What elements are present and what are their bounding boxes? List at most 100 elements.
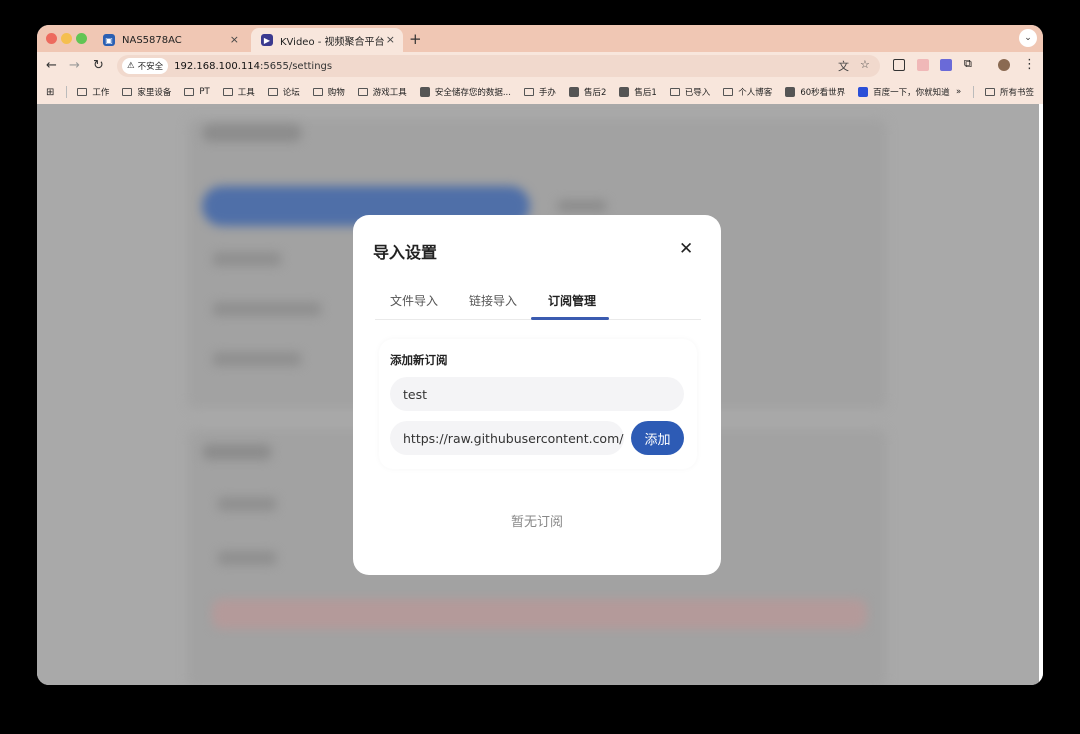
all-bookmarks[interactable]: 所有书签 — [985, 86, 1034, 98]
close-icon[interactable]: ✕ — [679, 239, 693, 259]
bookmark-label: 个人博客 — [738, 88, 773, 98]
bookmark-label: 售后2 — [583, 88, 607, 98]
security-chip[interactable]: ⚠ 不安全 — [122, 58, 169, 74]
modal-tabs: 文件导入 链接导入 订阅管理 — [375, 289, 701, 320]
bookmark-item[interactable]: 安全储存您的数据... — [419, 86, 511, 98]
browser-window: ▣ NAS5878AC × ▶ KVideo - 视频聚合平台 × + ⌄ ← … — [37, 25, 1043, 685]
bookmark-label: 售后1 — [634, 88, 657, 98]
tab-link-import[interactable]: 链接导入 — [469, 292, 517, 309]
bookmark-label: 60秒看世界 — [800, 88, 846, 98]
tab-search-button[interactable]: ⌄ — [1019, 29, 1037, 47]
divider — [66, 86, 68, 98]
folder-icon — [267, 88, 278, 96]
bookmark-item[interactable]: 游戏工具 — [357, 86, 407, 98]
tab-file-import[interactable]: 文件导入 — [390, 292, 438, 309]
bookmark-label: 工具 — [237, 88, 255, 98]
subscription-name-input[interactable]: test — [390, 377, 684, 411]
folder-icon — [669, 88, 680, 96]
bookmark-item[interactable]: 百度一下，你就知道 — [858, 86, 950, 98]
new-tab-button[interactable]: + — [409, 30, 422, 48]
settings-heading-placeholder — [202, 124, 302, 142]
active-tab-indicator — [531, 317, 609, 320]
apps-grid-icon[interactable]: ⊞ — [46, 87, 54, 98]
all-bookmarks-label: 所有书签 — [1000, 88, 1035, 98]
extension-screenshot-icon[interactable] — [893, 59, 905, 71]
translate-icon[interactable]: 文 — [838, 58, 849, 74]
extensions-puzzle-icon[interactable]: ⧉ — [964, 57, 976, 70]
maximize-window-icon[interactable] — [76, 33, 87, 44]
bookmark-item[interactable]: 60秒看世界 — [785, 86, 845, 98]
modal-title: 导入设置 — [373, 243, 438, 262]
reload-icon[interactable]: ↻ — [93, 58, 104, 73]
bookmark-star-icon[interactable]: ☆ — [860, 58, 870, 71]
add-subscription-heading: 添加新订阅 — [390, 353, 448, 367]
folder-icon — [312, 88, 323, 96]
bookmark-item[interactable]: 个人博客 — [723, 86, 772, 98]
bookmark-label: 论坛 — [282, 88, 300, 98]
bookmark-item[interactable]: 工具 — [222, 86, 255, 98]
back-icon[interactable]: ← — [46, 58, 57, 73]
tab-close-icon[interactable]: × — [230, 33, 239, 46]
tab-strip: ▣ NAS5878AC × ▶ KVideo - 视频聚合平台 × + ⌄ — [37, 25, 1043, 52]
settings-heading-placeholder — [202, 444, 272, 460]
bookmarks-bar: ⊞ 工作 家里设备 PT 工具 论坛 购物 游戏工具 安全储存您的数据... 手办 售后2 售后1 已… — [37, 80, 1043, 104]
nas-favicon-icon: ▣ — [103, 34, 115, 46]
bookmark-item[interactable]: 售后2 — [568, 86, 607, 98]
site-icon — [619, 87, 630, 97]
settings-option-placeholder — [557, 200, 607, 212]
bookmark-label: 工作 — [92, 88, 110, 98]
extension-pink-icon[interactable] — [917, 59, 929, 71]
browser-toolbar: ← → ↻ ⚠ 不安全 192.168.100.114:5655/setting… — [37, 52, 1043, 80]
tab-title: KVideo - 视频聚合平台 — [280, 36, 385, 48]
bookmark-item[interactable]: PT — [184, 86, 210, 98]
settings-item-placeholder — [212, 252, 282, 266]
bookmarks-overflow-icon[interactable]: » — [956, 87, 961, 97]
extension-purple-icon[interactable] — [940, 59, 952, 71]
folder-icon — [723, 88, 734, 96]
minimize-window-icon[interactable] — [61, 33, 72, 44]
profile-avatar[interactable] — [998, 59, 1010, 71]
settings-item-placeholder — [217, 497, 277, 511]
folder-icon — [77, 88, 88, 96]
folder-icon — [357, 88, 368, 96]
site-icon — [568, 87, 579, 97]
address-bar[interactable]: ⚠ 不安全 192.168.100.114:5655/settings 文 ☆ — [117, 55, 880, 77]
close-window-icon[interactable] — [46, 33, 57, 44]
bookmark-label: 游戏工具 — [372, 88, 407, 98]
page-scrollbar[interactable] — [1039, 104, 1043, 685]
settings-item-placeholder — [212, 302, 322, 316]
tab-nas[interactable]: ▣ NAS5878AC × — [93, 28, 247, 52]
folder-icon — [122, 88, 133, 96]
security-label: 不安全 — [137, 62, 164, 72]
bookmark-item[interactable]: 手办 — [523, 86, 556, 98]
bookmark-item[interactable]: 论坛 — [267, 86, 300, 98]
url-path: :5655/settings — [260, 60, 333, 72]
bookmark-label: 安全储存您的数据... — [434, 88, 511, 98]
kvideo-favicon-icon: ▶ — [261, 34, 273, 46]
bookmark-item[interactable]: 已导入 — [669, 86, 711, 98]
tab-kvideo[interactable]: ▶ KVideo - 视频聚合平台 × — [251, 28, 403, 52]
folder-icon — [184, 88, 195, 96]
bookmark-label: 手办 — [538, 88, 556, 98]
site-icon — [785, 87, 796, 97]
url-text[interactable]: 192.168.100.114:5655/settings — [174, 61, 332, 72]
divider — [973, 86, 974, 98]
page-overlay[interactable]: 导入设置 ✕ 文件导入 链接导入 订阅管理 添加新订阅 test https:/… — [37, 104, 1039, 685]
forward-icon[interactable]: → — [69, 58, 80, 73]
bookmark-label: 购物 — [327, 88, 345, 98]
folder-icon — [523, 88, 534, 96]
bookmark-item[interactable]: 售后1 — [619, 86, 657, 98]
tab-title: NAS5878AC — [122, 34, 182, 46]
folder-icon — [985, 88, 995, 96]
subscription-url-input[interactable]: https://raw.githubusercontent.com/ra — [390, 421, 624, 455]
tab-close-icon[interactable]: × — [386, 33, 395, 46]
bookmark-item[interactable]: 家里设备 — [122, 86, 171, 98]
bookmark-item[interactable]: 购物 — [312, 86, 345, 98]
bookmark-label: 已导入 — [684, 88, 711, 98]
menu-kebab-icon[interactable]: ⋮ — [1023, 57, 1036, 72]
folder-icon — [222, 88, 233, 96]
tab-subscription-management[interactable]: 订阅管理 — [548, 292, 596, 309]
bookmark-item[interactable]: 工作 — [77, 86, 109, 98]
settings-item-placeholder — [212, 352, 302, 366]
add-subscription-button[interactable]: 添加 — [631, 421, 684, 455]
